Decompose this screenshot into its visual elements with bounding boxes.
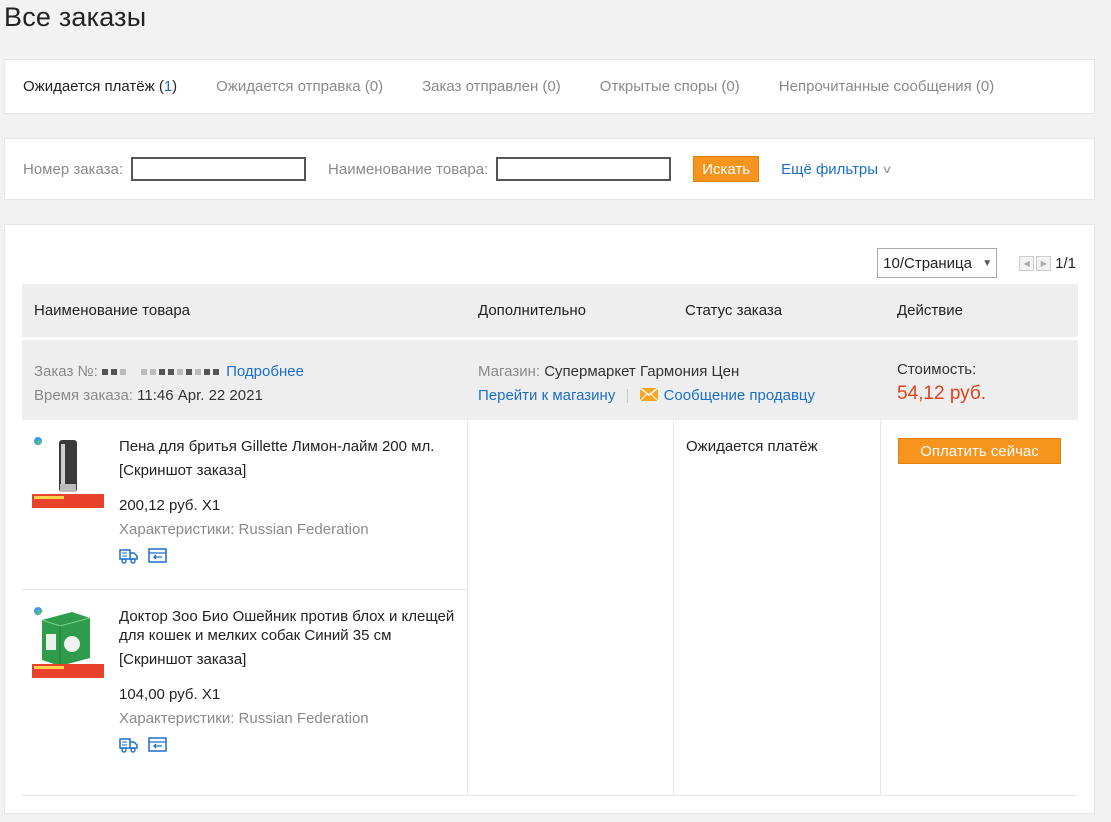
order-snapshot-link[interactable]: [Скриншот заказа] <box>119 461 459 480</box>
col-product-name: Наименование товара <box>34 302 191 319</box>
order-header: Заказ №: Подробнее Время заказа: 11:46 A… <box>22 340 1078 420</box>
item-price-qty: 200,12 руб. X1 <box>119 497 221 514</box>
item-props: Характеристики: Russian Federation <box>119 710 369 727</box>
return-icon[interactable] <box>148 736 167 753</box>
go-to-store-link[interactable]: Перейти к магазину <box>478 387 615 404</box>
tab-awaiting-shipment[interactable]: Ожидается отправка (0) <box>216 78 383 95</box>
tab-awaiting-payment[interactable]: Ожидается платёж (1) <box>23 78 177 95</box>
page-size-select[interactable]: 10/Страница ▼ <box>877 248 998 278</box>
order-items: Пена для бритья Gillette Лимон-лайм 200 … <box>22 420 1078 796</box>
item-title-link[interactable]: Доктор Зоо Био Ошейник против блох и кле… <box>119 607 459 645</box>
tab-unread-messages[interactable]: Непрочитанные сообщения (0) <box>779 78 995 95</box>
order-time-value: 11:46 Apr. 22 2021 <box>137 387 263 404</box>
item-title-link[interactable]: Пена для бритья Gillette Лимон-лайм 200 … <box>119 437 459 456</box>
tab-shipped[interactable]: Заказ отправлен (0) <box>422 78 561 95</box>
item-icons <box>119 736 459 753</box>
delivery-truck-icon[interactable] <box>119 736 138 753</box>
col-order-status: Статус заказа <box>685 302 783 319</box>
next-page-icon[interactable]: ▶ <box>1036 255 1052 271</box>
cost-value: 54,12 руб. <box>897 383 987 404</box>
order-snapshot-link[interactable]: [Скриншот заказа] <box>119 650 459 669</box>
return-icon[interactable] <box>148 547 167 564</box>
order-number-input[interactable] <box>131 157 307 181</box>
store-info: Магазин: Супермаркет Гармония Цен Перейт… <box>478 360 815 408</box>
col-action: Действие <box>897 302 963 319</box>
more-filters-link[interactable]: Ещё фильтры ∨ <box>781 160 893 178</box>
order-status: Ожидается платёж <box>686 438 818 455</box>
item-details: Пена для бритья Gillette Лимон-лайм 200 … <box>119 437 459 564</box>
chevron-down-icon: ▼ <box>982 257 993 269</box>
orders-panel: 10/Страница ▼ ◀ ▶ 1/1 Наименование товар… <box>4 224 1095 814</box>
store-label: Магазин: <box>478 363 541 380</box>
message-seller-label: Сообщение продавцу <box>663 387 816 404</box>
column-divider <box>467 420 468 796</box>
product-name-input[interactable] <box>496 157 672 181</box>
col-additional: Дополнительно <box>478 302 586 319</box>
row-divider <box>22 795 1078 796</box>
order-time-label: Время заказа: <box>34 387 133 404</box>
delivery-truck-icon[interactable] <box>119 547 138 564</box>
message-seller-link[interactable]: Сообщение продавцу <box>639 387 816 404</box>
item-price-qty: 104,00 руб. X1 <box>119 686 221 703</box>
column-divider <box>880 420 881 796</box>
link-separator: | <box>625 387 630 404</box>
order-status-tabs: Ожидается платёж (1) Ожидается отправка … <box>4 59 1095 114</box>
pay-now-button[interactable]: Оплатить сейчас <box>898 438 1061 464</box>
envelope-icon <box>639 388 658 401</box>
chevron-down-icon: ∨ <box>881 163 893 176</box>
more-filters-label: Ещё фильтры <box>781 160 879 178</box>
product-image[interactable] <box>32 436 104 508</box>
order-number-label: Номер заказа: <box>23 160 124 178</box>
search-button[interactable]: Искать <box>693 156 760 182</box>
column-divider <box>673 420 674 796</box>
page-count: 1/1 <box>1055 254 1076 272</box>
masked-order-number <box>101 363 222 380</box>
order-details-link[interactable]: Подробнее <box>226 363 304 380</box>
table-header: Наименование товара Дополнительно Статус… <box>22 284 1078 337</box>
tab-count: 1 <box>163 78 173 95</box>
filter-bar: Номер заказа: Наименование товара: Искат… <box>4 138 1095 200</box>
order-number-label: Заказ №: <box>34 363 98 380</box>
tab-suffix: ) <box>172 78 178 95</box>
cost-label: Стоимость: <box>897 361 977 378</box>
item-props: Характеристики: Russian Federation <box>119 521 369 538</box>
page-size-value: 10/Страница <box>883 254 972 272</box>
pagination: 10/Страница ▼ ◀ ▶ 1/1 <box>877 248 1076 278</box>
tab-label: Ожидается платёж ( <box>23 78 164 95</box>
product-name-label: Наименование товара: <box>328 160 489 178</box>
product-image[interactable] <box>32 606 104 678</box>
tab-open-disputes[interactable]: Открытые споры (0) <box>600 78 740 95</box>
page-title: Все заказы <box>4 2 147 32</box>
order-cost: Стоимость: 54,12 руб. <box>897 358 986 406</box>
store-name: Супермаркет Гармония Цен <box>544 363 740 380</box>
prev-page-icon[interactable]: ◀ <box>1019 255 1035 271</box>
item-details: Доктор Зоо Био Ошейник против блох и кле… <box>119 607 459 753</box>
order-info: Заказ №: Подробнее Время заказа: 11:46 A… <box>34 360 304 408</box>
item-icons <box>119 547 459 564</box>
row-divider <box>22 589 467 590</box>
